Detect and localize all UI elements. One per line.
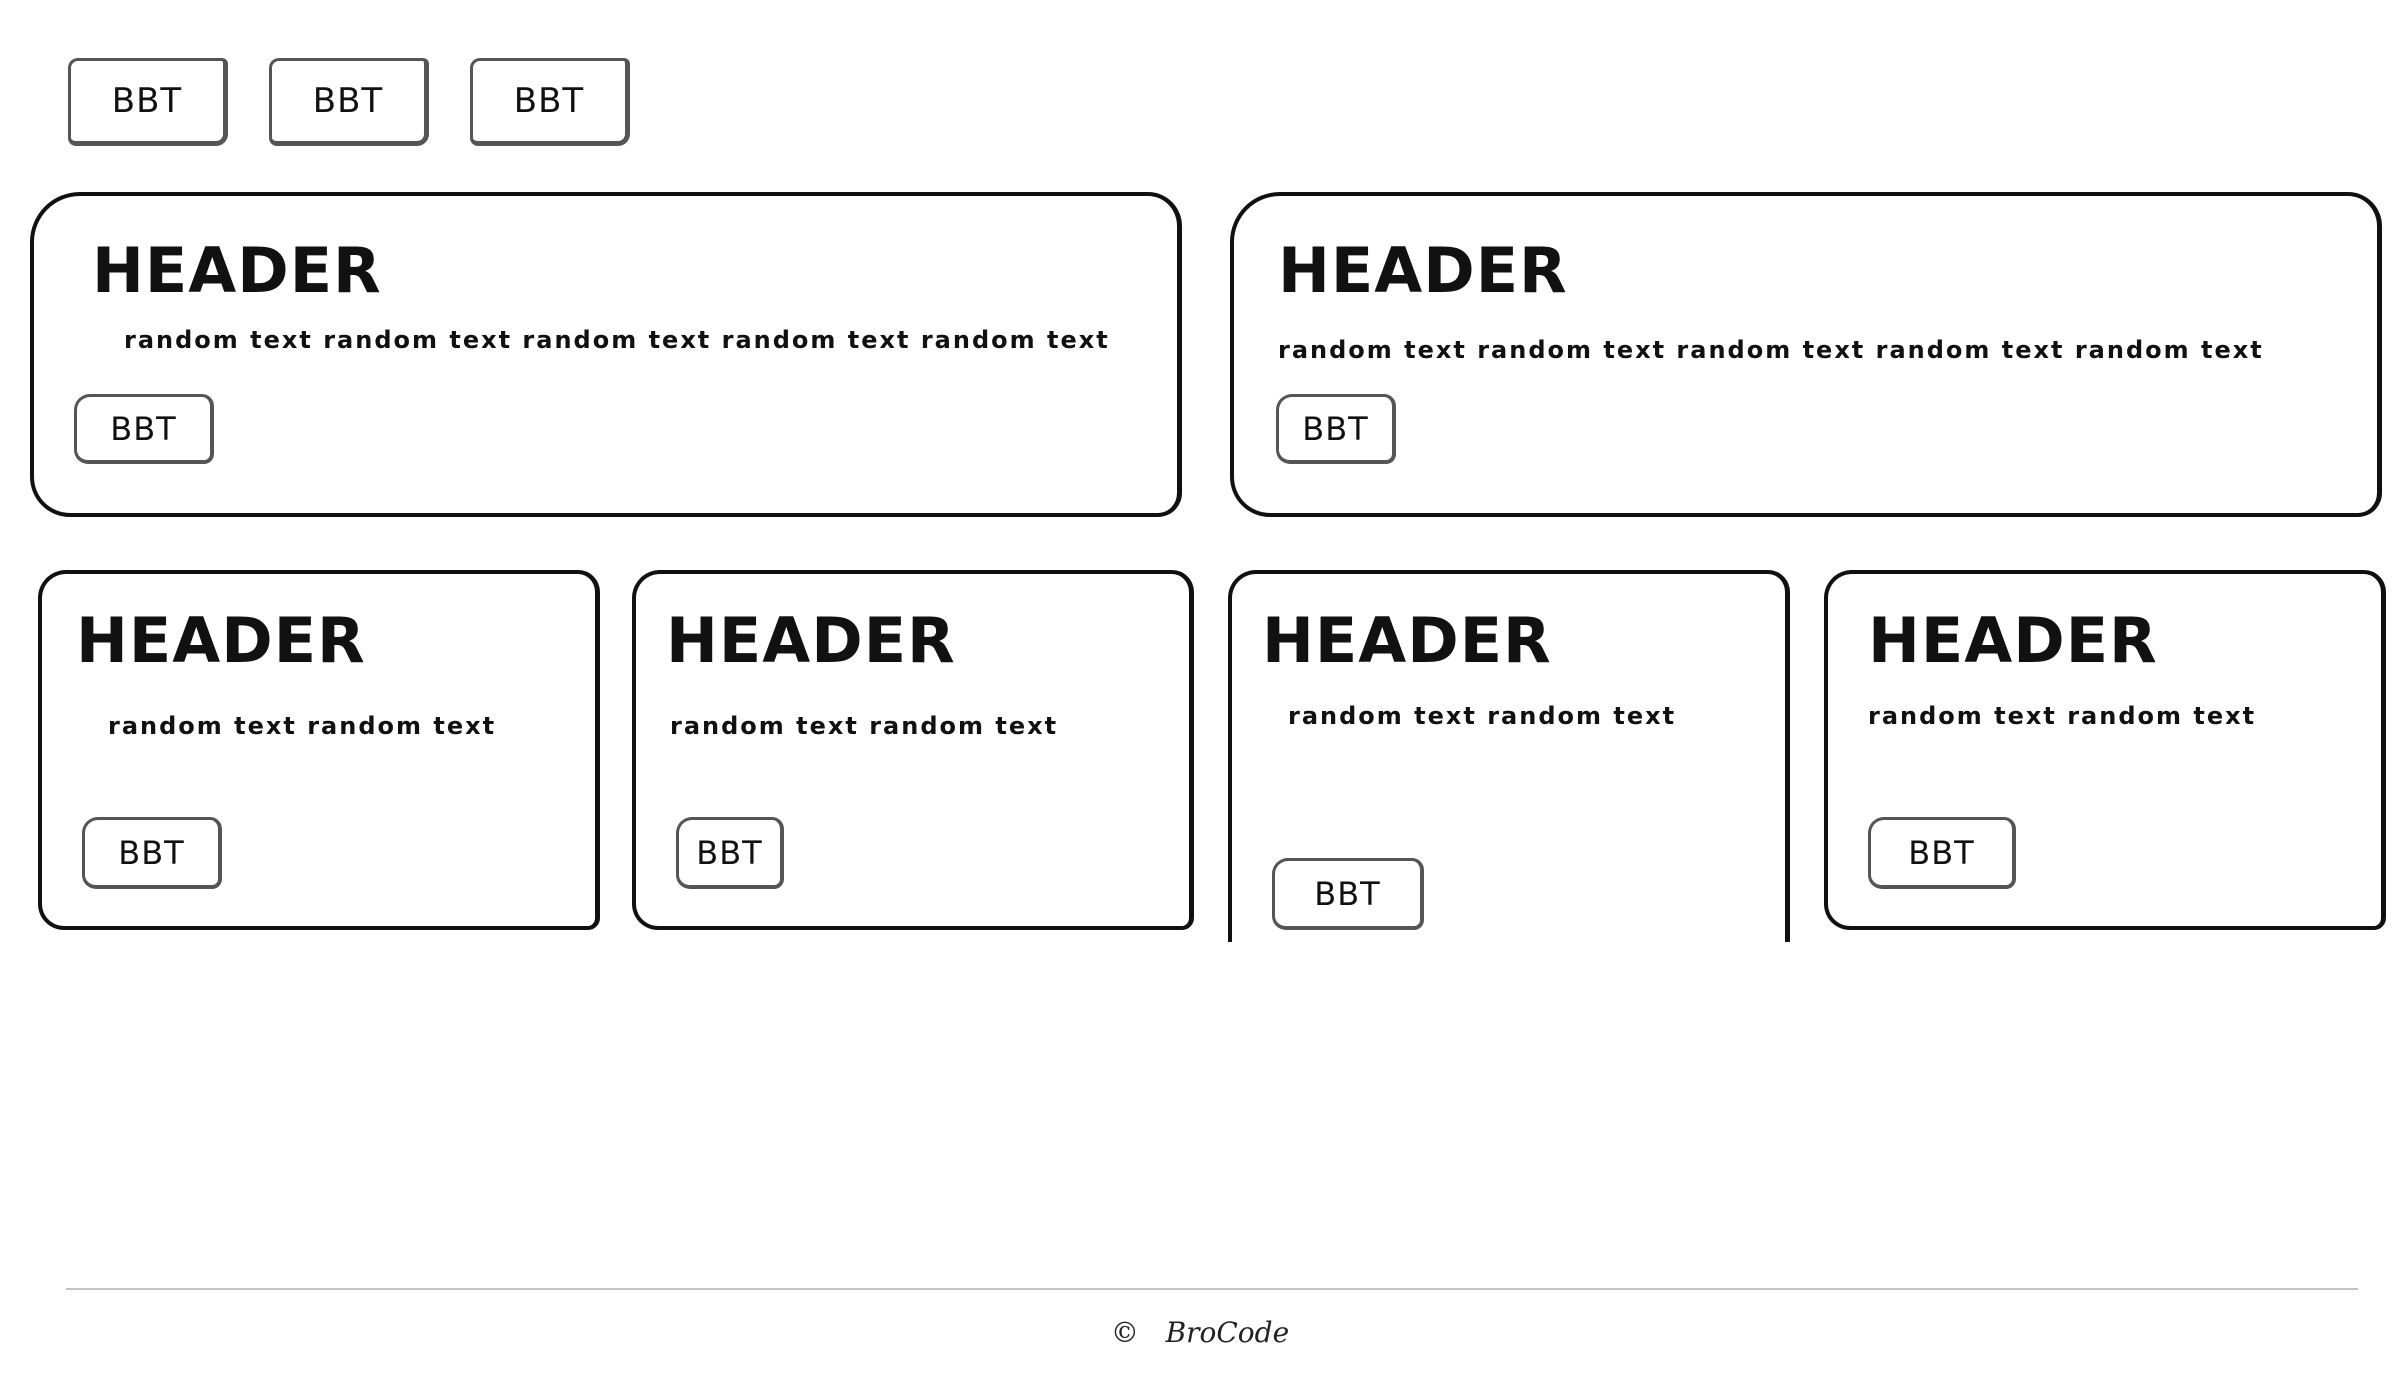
footer-divider <box>66 1288 2358 1290</box>
wide-card-1: HEADER random text random text random te… <box>30 192 1182 517</box>
small-card-4: HEADER random text random text BBT <box>1824 570 2386 930</box>
card-button[interactable]: BBT <box>1276 394 1396 464</box>
toolbar-button-2[interactable]: BBT <box>269 58 429 146</box>
card-text: random text random text <box>1288 702 1677 730</box>
card-button[interactable]: BBT <box>1272 858 1424 930</box>
card-header: HEADER <box>76 604 366 677</box>
toolbar-button-3[interactable]: BBT <box>470 58 630 146</box>
footer-copyright: © BroCode <box>0 1316 2400 1349</box>
copyright-icon: © <box>1110 1316 1139 1349</box>
card-text: random text random text <box>108 712 497 740</box>
card-text: random text random text random text rand… <box>124 326 1110 354</box>
card-header: HEADER <box>1262 604 1552 677</box>
card-text: random text random text random text rand… <box>1278 336 2264 364</box>
small-card-1: HEADER random text random text BBT <box>38 570 600 930</box>
card-button[interactable]: BBT <box>676 817 784 889</box>
small-card-3: HEADER random text random text BBT <box>1228 570 1790 942</box>
card-text: random text random text <box>670 712 1059 740</box>
wide-card-2: HEADER random text random text random te… <box>1230 192 2382 517</box>
card-header: HEADER <box>1868 604 2158 677</box>
card-text: random text random text <box>1868 702 2257 730</box>
footer-brand: BroCode <box>1165 1316 1290 1349</box>
card-header: HEADER <box>92 234 382 307</box>
small-card-2: HEADER random text random text BBT <box>632 570 1194 930</box>
card-button[interactable]: BBT <box>82 817 222 889</box>
card-button[interactable]: BBT <box>1868 817 2016 889</box>
card-header: HEADER <box>1278 234 1568 307</box>
card-header: HEADER <box>666 604 956 677</box>
toolbar-button-1[interactable]: BBT <box>68 58 228 146</box>
card-button[interactable]: BBT <box>74 394 214 464</box>
